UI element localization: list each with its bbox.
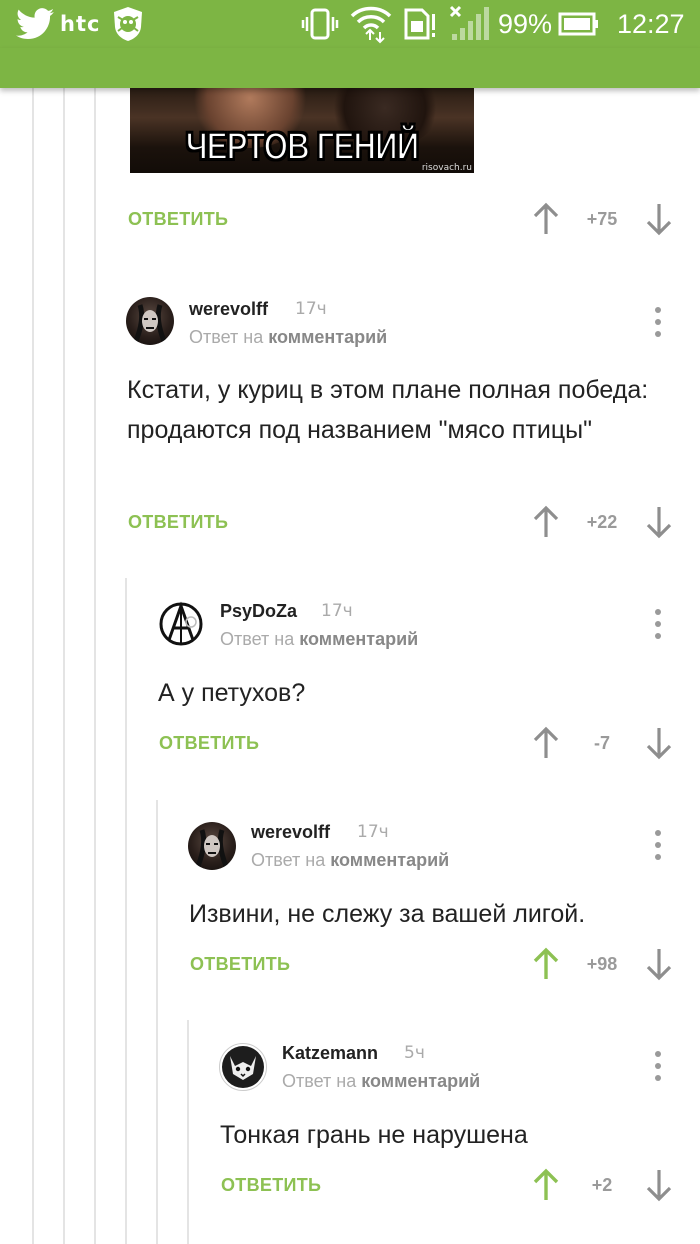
signal-icon <box>448 0 490 48</box>
comment-author[interactable]: werevolff <box>189 299 268 320</box>
more-menu-icon[interactable] <box>654 609 662 639</box>
more-menu-icon[interactable] <box>654 1051 662 1081</box>
reply-to-link[interactable]: комментарий <box>361 1071 480 1091</box>
upvote-arrow-icon-active[interactable] <box>533 947 559 981</box>
thread-line <box>32 88 34 1244</box>
upvote-arrow-icon[interactable] <box>533 505 559 539</box>
avatar[interactable] <box>157 600 205 648</box>
comment-time: 17ч <box>295 299 327 319</box>
upvote-arrow-icon-active[interactable] <box>533 1168 559 1202</box>
upvote-arrow-icon[interactable] <box>533 202 559 236</box>
reply-button[interactable]: ОТВЕТИТЬ <box>190 954 290 975</box>
reply-to-link[interactable]: комментарий <box>268 327 387 347</box>
thread-line <box>63 88 65 1244</box>
app-bar <box>0 48 700 88</box>
reply-button[interactable]: ОТВЕТИТЬ <box>221 1175 321 1196</box>
vote-score: -7 <box>593 733 610 753</box>
reply-to-label: Ответ на комментарий <box>189 327 387 348</box>
reply-to-link[interactable]: комментарий <box>299 629 418 649</box>
reply-button[interactable]: ОТВЕТИТЬ <box>128 512 228 533</box>
meme-watermark: risovach.ru <box>421 163 472 173</box>
comment-text: Извини, не слежу за вашей лигой. <box>189 900 586 928</box>
reply-to-label: Ответ на комментарий <box>220 629 418 650</box>
reply-to-prefix: Ответ на <box>220 629 295 649</box>
meme-caption: ЧЕРТОВ ГЕНИЙ <box>185 125 420 169</box>
battery-icon <box>558 0 600 48</box>
comment-time: 17ч <box>357 822 389 842</box>
thread-line <box>187 1020 189 1244</box>
downvote-arrow-icon[interactable] <box>646 726 672 760</box>
downvote-arrow-icon[interactable] <box>646 1168 672 1202</box>
thread-line <box>94 88 96 1244</box>
downvote-arrow-icon[interactable] <box>646 947 672 981</box>
wifi-icon <box>350 0 392 48</box>
reply-to-prefix: Ответ на <box>282 1071 357 1091</box>
avatar[interactable] <box>126 297 174 345</box>
upvote-arrow-icon[interactable] <box>533 726 559 760</box>
vote-score: +2 <box>591 1175 613 1195</box>
comment-time: 5ч <box>404 1043 425 1063</box>
htc-logo: htc <box>60 0 100 48</box>
reply-to-prefix: Ответ на <box>251 850 326 870</box>
meme-image[interactable]: ЧЕРТОВ ГЕНИЙ risovach.ru <box>130 88 474 173</box>
twitter-icon <box>16 0 54 48</box>
comment-text: А у петухов? <box>158 679 306 707</box>
carrier-label: htc <box>60 12 101 36</box>
reply-to-link[interactable]: комментарий <box>330 850 449 870</box>
battery-percent: 99% <box>498 8 553 39</box>
reply-to-prefix: Ответ на <box>189 327 264 347</box>
reply-button[interactable]: ОТВЕТИТЬ <box>159 733 259 754</box>
comment-text: Кстати, у куриц в этом плане полная побе… <box>127 376 649 444</box>
thread-line <box>156 800 158 1244</box>
avatar[interactable] <box>188 822 236 870</box>
reply-button[interactable]: ОТВЕТИТЬ <box>128 209 228 230</box>
vote-score: +75 <box>586 209 618 229</box>
comment-time: 17ч <box>321 601 353 621</box>
downvote-arrow-icon[interactable] <box>646 202 672 236</box>
comment-text: Тонкая грань не нарушена <box>220 1121 528 1149</box>
reply-to-label: Ответ на комментарий <box>251 850 449 871</box>
comment-author[interactable]: werevolff <box>251 822 330 843</box>
vibrate-icon <box>300 0 340 48</box>
vote-score: +22 <box>586 512 618 532</box>
status-bar: htc 99% 12:27 <box>0 0 700 48</box>
reply-to-label: Ответ на комментарий <box>282 1071 480 1092</box>
downvote-arrow-icon[interactable] <box>646 505 672 539</box>
more-menu-icon[interactable] <box>654 830 662 860</box>
avatar[interactable] <box>219 1043 267 1091</box>
vote-score: +98 <box>586 954 618 974</box>
clock: 12:27 <box>617 8 685 39</box>
comment-author[interactable]: PsyDoZa <box>220 601 297 622</box>
sim-icon <box>402 0 438 48</box>
comment-author[interactable]: Katzemann <box>282 1043 378 1064</box>
thread-line <box>125 578 127 1244</box>
drweb-shield-icon <box>110 0 146 48</box>
more-menu-icon[interactable] <box>654 307 662 337</box>
